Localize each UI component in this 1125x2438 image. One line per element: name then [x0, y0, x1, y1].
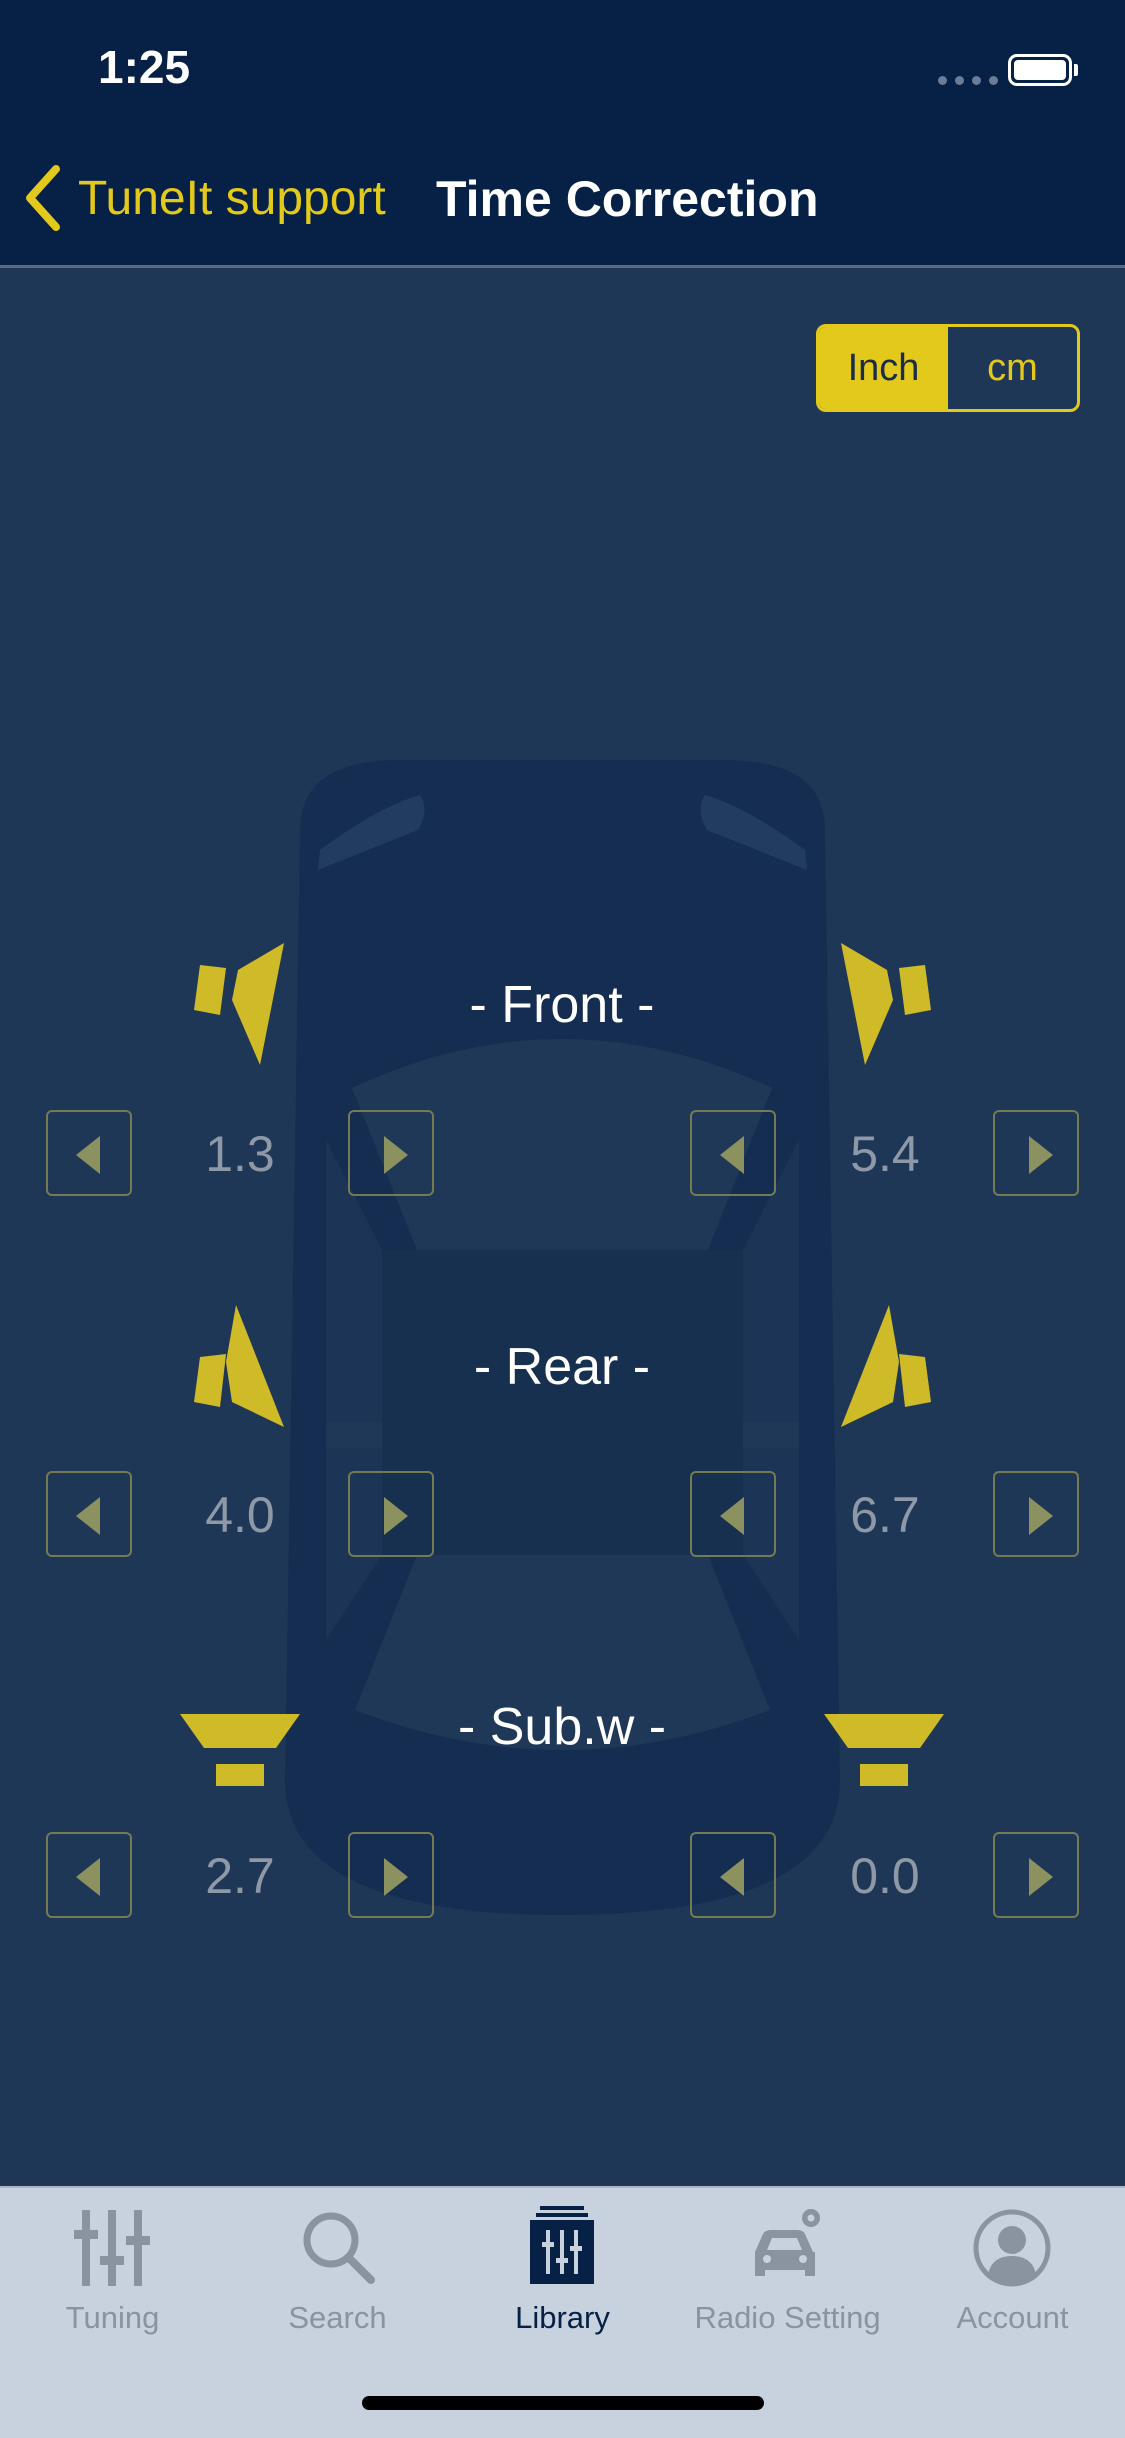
arrow-left-icon [720, 1858, 744, 1896]
rear-right-increase-button[interactable] [993, 1471, 1079, 1557]
tab-tuning-label: Tuning [65, 2300, 160, 2335]
sub-right-value: 0.0 [850, 1848, 920, 1904]
rear-right-decrease-button[interactable] [690, 1471, 776, 1557]
search-icon [303, 2212, 375, 2284]
tab-search-label: Search [288, 2300, 387, 2335]
sub-left-value: 2.7 [205, 1848, 275, 1904]
arrow-right-icon [384, 1497, 408, 1535]
front-right-decrease-button[interactable] [690, 1110, 776, 1196]
tab-account-label: Account [956, 2300, 1069, 2335]
rear-left-increase-button[interactable] [348, 1471, 434, 1557]
arrow-left-icon [76, 1858, 100, 1896]
arrow-left-icon [76, 1136, 100, 1174]
arrow-right-icon [1029, 1136, 1053, 1174]
front-right-increase-button[interactable] [993, 1110, 1079, 1196]
arrow-right-icon [384, 1858, 408, 1896]
speaker-rear-right-icon [841, 1305, 931, 1427]
sub-section-label: - Sub.w - [457, 1698, 667, 1756]
account-icon [973, 2209, 1051, 2287]
tab-search[interactable]: Search [225, 2188, 450, 2348]
rear-right-value: 6.7 [850, 1487, 920, 1543]
speaker-rear-left-icon [194, 1305, 284, 1427]
arrow-left-icon [76, 1497, 100, 1535]
tab-radio-setting-label: Radio Setting [694, 2300, 881, 2335]
sub-right-decrease-button[interactable] [690, 1832, 776, 1918]
sub-left-decrease-button[interactable] [46, 1832, 132, 1918]
front-left-value: 1.3 [205, 1126, 275, 1182]
speaker-front-left-icon [194, 943, 284, 1065]
arrow-right-icon [384, 1136, 408, 1174]
rear-section-label: - Rear - [473, 1338, 651, 1396]
subwoofer-left-icon [180, 1714, 300, 1786]
home-indicator [362, 2396, 764, 2410]
front-section-label: - Front - [469, 976, 655, 1034]
tab-library-label: Library [515, 2300, 610, 2335]
tab-library[interactable]: Library [450, 2188, 675, 2348]
sub-right-increase-button[interactable] [993, 1832, 1079, 1918]
arrow-left-icon [720, 1497, 744, 1535]
sliders-icon [74, 2210, 150, 2286]
tab-radio-setting[interactable]: Radio Setting [675, 2188, 900, 2348]
front-left-decrease-button[interactable] [46, 1110, 132, 1196]
speaker-front-right-icon [841, 943, 931, 1065]
front-left-increase-button[interactable] [348, 1110, 434, 1196]
rear-left-decrease-button[interactable] [46, 1471, 132, 1557]
front-right-value: 5.4 [850, 1126, 920, 1182]
car-settings-icon [755, 2209, 820, 2276]
tab-tuning[interactable]: Tuning [0, 2188, 225, 2348]
library-icon [530, 2206, 594, 2284]
sub-left-increase-button[interactable] [348, 1832, 434, 1918]
arrow-right-icon [1029, 1497, 1053, 1535]
arrow-right-icon [1029, 1858, 1053, 1896]
arrow-left-icon [720, 1136, 744, 1174]
rear-left-value: 4.0 [205, 1487, 275, 1543]
tab-bar: Tuning Search Library Radio Setting Acco… [0, 2186, 1125, 2438]
subwoofer-right-icon [824, 1714, 944, 1786]
tab-account[interactable]: Account [900, 2188, 1125, 2348]
